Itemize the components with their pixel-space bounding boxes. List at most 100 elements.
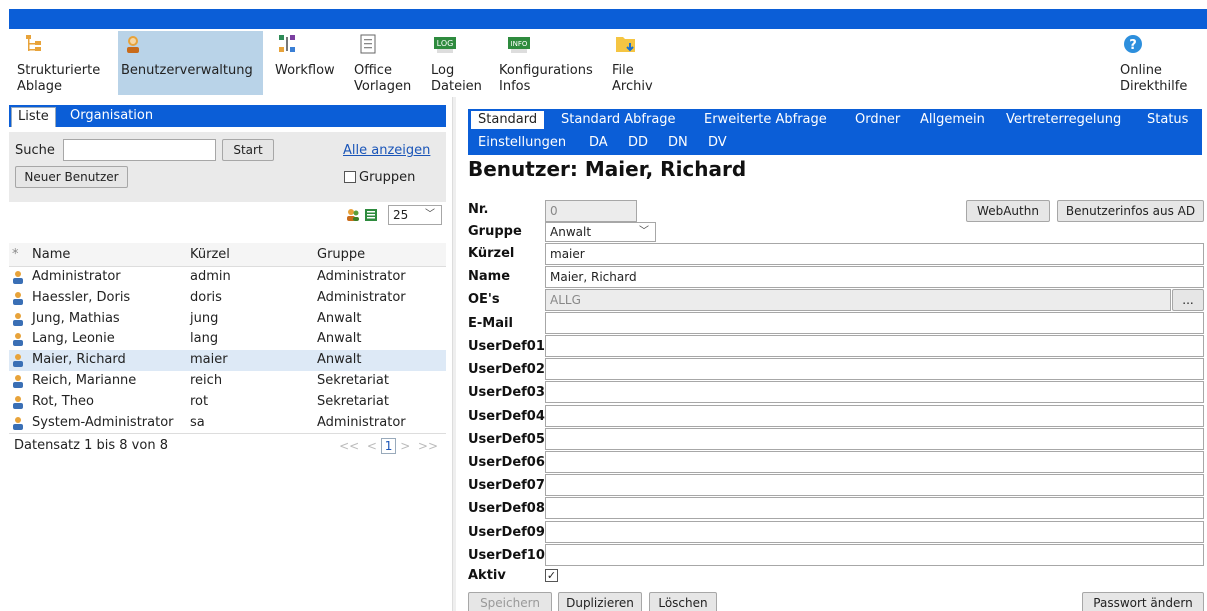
- cell-kuerzel: sa: [190, 414, 205, 430]
- save-button[interactable]: Speichern: [468, 592, 552, 611]
- log-icon: LOG: [434, 37, 456, 53]
- table-row[interactable]: Jung, Mathias jung Anwalt: [9, 309, 446, 330]
- toolbar-user-management[interactable]: Benutzerverwaltung: [118, 31, 263, 95]
- tab-status[interactable]: Status: [1147, 111, 1188, 129]
- tab-dv[interactable]: DV: [708, 134, 727, 152]
- toolbar-structured-filing[interactable]: Strukturierte Ablage: [9, 31, 115, 95]
- folder-icon: [616, 37, 635, 52]
- gruppe-value: Anwalt: [550, 225, 592, 239]
- page-size-select[interactable]: 25 ﹀: [388, 205, 442, 225]
- userdef-label: UserDef09: [468, 524, 545, 540]
- table-row[interactable]: Administrator admin Administrator: [9, 267, 446, 288]
- tab-standard[interactable]: Standard: [471, 111, 545, 129]
- column-header-name[interactable]: Name: [32, 243, 70, 267]
- table-row[interactable]: Reich, Marianne reich Sekretariat: [9, 371, 446, 392]
- tab-organisation[interactable]: Organisation: [64, 107, 159, 127]
- user-icon: [13, 374, 23, 388]
- userdef-field[interactable]: [545, 427, 1204, 450]
- toolbar-online-help[interactable]: ? Online Direkthilfe: [1113, 31, 1203, 95]
- name-field[interactable]: Maier, Richard: [545, 266, 1204, 288]
- pager-last[interactable]: >>: [418, 439, 438, 453]
- userdef-label: UserDef07: [468, 478, 545, 494]
- chevron-down-icon: ﹀: [639, 226, 649, 237]
- user-list-pane: Liste Organisation Suche Start Alle anze…: [9, 105, 446, 611]
- table-row[interactable]: Lang, Leonie lang Anwalt: [9, 329, 446, 350]
- cell-gruppe: Anwalt: [317, 352, 362, 368]
- user-icon: [13, 354, 23, 368]
- main-toolbar: Strukturierte Ablage Benutzerverwaltung …: [9, 29, 1207, 98]
- pager-next[interactable]: >: [400, 439, 410, 453]
- toolbar-log-files[interactable]: LOG Log Dateien: [421, 31, 493, 95]
- userdef-field[interactable]: [545, 381, 1204, 404]
- ad-info-button[interactable]: Benutzerinfos aus AD: [1057, 200, 1204, 222]
- delete-button[interactable]: Löschen: [649, 592, 717, 611]
- userdef-field[interactable]: [545, 543, 1204, 566]
- userdef-field[interactable]: [545, 497, 1204, 520]
- oes-browse-button[interactable]: ...: [1172, 289, 1204, 311]
- search-panel: Suche Start Alle anzeigen Neuer Benutzer…: [9, 132, 446, 202]
- start-button[interactable]: Start: [222, 139, 274, 161]
- tab-da[interactable]: DA: [589, 134, 608, 152]
- column-header-gruppe[interactable]: Gruppe: [317, 243, 365, 267]
- webauthn-button[interactable]: WebAuthn: [966, 200, 1050, 222]
- nr-field: 0: [545, 200, 637, 222]
- show-all-link[interactable]: Alle anzeigen: [343, 143, 430, 158]
- oes-label: OE's: [468, 292, 500, 307]
- table-row[interactable]: Maier, Richard maier Anwalt: [9, 350, 446, 371]
- toolbar-label: Online Direkthilfe: [1120, 63, 1188, 94]
- userdef-field[interactable]: [545, 520, 1204, 543]
- tab-dd[interactable]: DD: [628, 134, 648, 152]
- toolbar-label: Benutzerverwaltung: [121, 63, 253, 78]
- tab-einstellungen[interactable]: Einstellungen: [478, 134, 566, 152]
- toolbar-workflow[interactable]: Workflow: [268, 31, 340, 95]
- cell-name: Reich, Marianne: [32, 372, 137, 388]
- email-field[interactable]: [545, 312, 1204, 334]
- cell-gruppe: Administrator: [317, 289, 406, 305]
- cell-name: Jung, Mathias: [32, 310, 120, 326]
- user-icon: [13, 333, 23, 347]
- user-icon: [13, 271, 23, 284]
- svg-text:INFO: INFO: [511, 40, 528, 48]
- tab-allgemein[interactable]: Allgemein: [920, 111, 985, 129]
- pane-splitter[interactable]: [452, 97, 456, 611]
- aktiv-checkbox[interactable]: ✓: [545, 569, 558, 582]
- toolbar-config-info[interactable]: INFO Konfigurations Infos: [491, 31, 597, 95]
- pager-current[interactable]: 1: [380, 438, 397, 455]
- tab-dn[interactable]: DN: [668, 134, 688, 152]
- help-icon: ?: [1124, 35, 1142, 53]
- toolbar-label: Office Vorlagen: [354, 63, 412, 94]
- duplicate-button[interactable]: Duplizieren: [558, 592, 642, 611]
- cell-kuerzel: jung: [190, 310, 219, 326]
- groups-checkbox[interactable]: [344, 171, 356, 183]
- userdef-field[interactable]: [545, 451, 1204, 473]
- change-password-button[interactable]: Passwort ändern: [1082, 592, 1204, 611]
- tab-list[interactable]: Liste: [11, 107, 56, 127]
- kuerzel-field[interactable]: maier: [545, 243, 1204, 265]
- userdef-label: UserDef05: [468, 431, 545, 447]
- page-size-value: 25: [393, 208, 409, 222]
- table-row[interactable]: Rot, Theo rot Sekretariat: [9, 392, 446, 413]
- userdef-field[interactable]: [545, 474, 1204, 497]
- cell-name: Administrator: [32, 269, 121, 284]
- tab-vertreterregelung[interactable]: Vertreterregelung: [1006, 111, 1121, 129]
- table-row[interactable]: System-Administrator sa Administrator: [9, 413, 446, 434]
- tab-erweiterte-abfrage[interactable]: Erweiterte Abfrage: [704, 111, 827, 129]
- new-user-button[interactable]: Neuer Benutzer: [15, 166, 128, 188]
- userdef-label: UserDef04: [468, 408, 545, 424]
- tab-standard-abfrage[interactable]: Standard Abfrage: [561, 111, 676, 129]
- users-icon[interactable]: [346, 208, 360, 222]
- userdef-field[interactable]: [545, 404, 1204, 427]
- toolbar-office-templates[interactable]: Office Vorlagen: [347, 31, 421, 95]
- toolbar-file-archive[interactable]: File Archiv: [605, 31, 675, 95]
- userdef-field[interactable]: [545, 358, 1204, 381]
- tab-ordner[interactable]: Ordner: [855, 111, 900, 129]
- table-row[interactable]: Haessler, Doris doris Administrator: [9, 288, 446, 309]
- search-input[interactable]: [63, 139, 216, 161]
- column-header-kuerzel[interactable]: Kürzel: [190, 243, 230, 267]
- excel-export-icon[interactable]: [364, 208, 378, 222]
- gruppe-select[interactable]: Anwalt ﹀: [545, 222, 656, 242]
- pager-prev[interactable]: <: [367, 439, 377, 453]
- aktiv-label: Aktiv: [468, 568, 506, 583]
- userdef-field[interactable]: [545, 335, 1204, 357]
- pager-first[interactable]: <<: [339, 439, 359, 453]
